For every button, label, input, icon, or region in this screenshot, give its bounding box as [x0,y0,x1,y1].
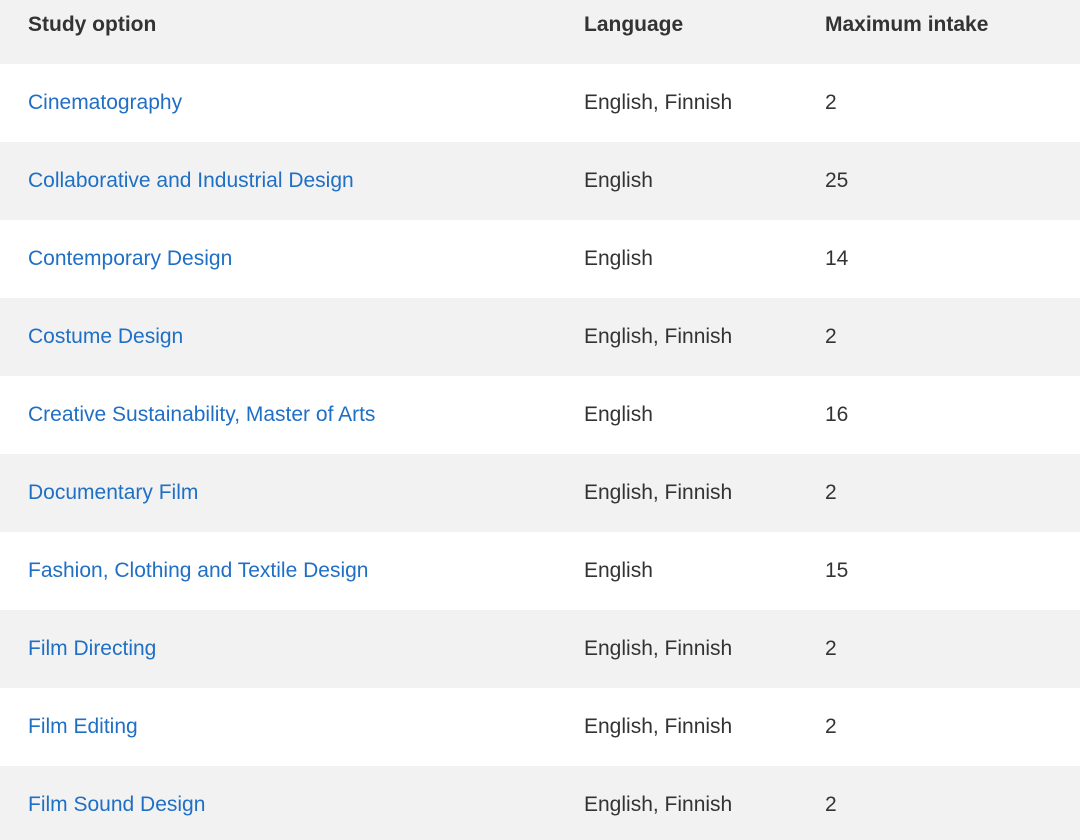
intake-cell: 25 [825,169,849,192]
table-row: Cinematography English, Finnish 2 [0,64,1080,142]
table-body: Cinematography English, Finnish 2 Collab… [0,64,1080,840]
language-cell: English [584,403,653,426]
study-option-link[interactable]: Documentary Film [28,481,198,504]
table-row: Fashion, Clothing and Textile Design Eng… [0,532,1080,610]
study-options-table: Study option Language Maximum intake Cin… [0,0,1080,840]
language-cell: English [584,247,653,270]
table-header: Study option Language Maximum intake [0,0,1080,64]
study-option-link[interactable]: Fashion, Clothing and Textile Design [28,559,368,582]
header-study-option: Study option [28,13,157,36]
language-cell: English, Finnish [584,325,733,348]
language-cell: English, Finnish [584,637,733,660]
language-cell: English, Finnish [584,715,733,738]
table-row: Contemporary Design English 14 [0,220,1080,298]
intake-cell: 2 [825,793,837,816]
table-row: Film Directing English, Finnish 2 [0,610,1080,688]
intake-cell: 2 [825,91,837,114]
study-option-link[interactable]: Costume Design [28,325,183,348]
study-option-link[interactable]: Film Directing [28,637,156,660]
table-row: Documentary Film English, Finnish 2 [0,454,1080,532]
language-cell: English, Finnish [584,793,733,816]
language-cell: English, Finnish [584,91,733,114]
table-row: Film Sound Design English, Finnish 2 [0,766,1080,840]
intake-cell: 14 [825,247,849,270]
study-option-link[interactable]: Cinematography [28,91,182,114]
intake-cell: 2 [825,481,837,504]
study-option-link[interactable]: Contemporary Design [28,247,232,270]
study-option-link[interactable]: Film Editing [28,715,138,738]
intake-cell: 15 [825,559,849,582]
study-option-link[interactable]: Collaborative and Industrial Design [28,169,354,192]
study-option-link[interactable]: Film Sound Design [28,793,205,816]
intake-cell: 2 [825,715,837,738]
intake-cell: 2 [825,637,837,660]
intake-cell: 16 [825,403,849,426]
table-row: Film Editing English, Finnish 2 [0,688,1080,766]
table-row: Costume Design English, Finnish 2 [0,298,1080,376]
language-cell: English [584,169,653,192]
language-cell: English, Finnish [584,481,733,504]
table-header-row: Study option Language Maximum intake [0,0,1080,64]
language-cell: English [584,559,653,582]
header-maximum-intake: Maximum intake [825,13,989,36]
table-row: Creative Sustainability, Master of Arts … [0,376,1080,454]
study-option-link[interactable]: Creative Sustainability, Master of Arts [28,403,375,426]
header-language: Language [584,13,684,36]
intake-cell: 2 [825,325,837,348]
table-row: Collaborative and Industrial Design Engl… [0,142,1080,220]
